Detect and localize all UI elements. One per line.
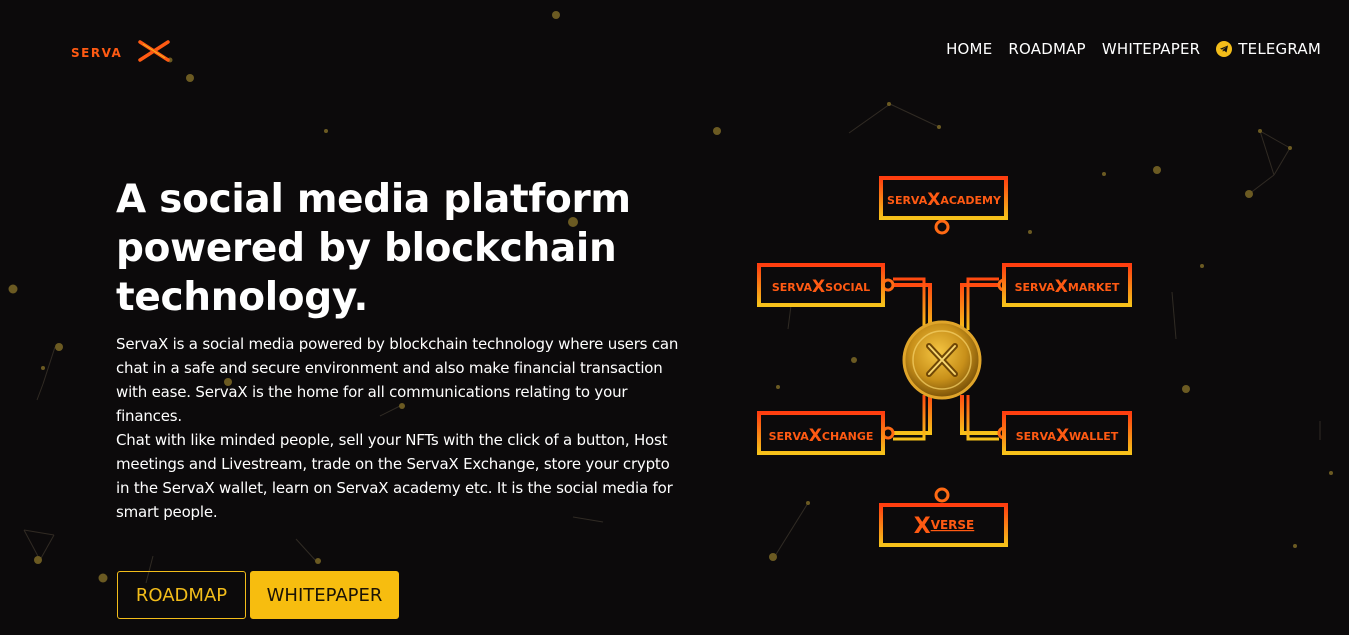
hero-paragraph-features: Chat with like minded people, sell your …	[116, 431, 673, 521]
nav-whitepaper[interactable]: WHITEPAPER	[1102, 40, 1200, 58]
main-nav: HOME ROADMAP WHITEPAPER TELEGRAM	[946, 40, 1321, 58]
hero-title: A social media platform powered by block…	[116, 177, 631, 320]
nav-home[interactable]: HOME	[946, 40, 992, 58]
servax-logo[interactable]: SERVA	[70, 36, 180, 66]
roadmap-button[interactable]: ROADMAP	[117, 571, 246, 619]
nav-telegram-label: TELEGRAM	[1238, 40, 1321, 58]
nav-roadmap[interactable]: ROADMAP	[1008, 40, 1085, 58]
hero-paragraph-intro: ServaX is a social media powered by bloc…	[116, 335, 679, 425]
nav-telegram[interactable]: TELEGRAM	[1216, 40, 1321, 58]
svg-text:SERVA: SERVA	[71, 46, 122, 60]
ecosystem-diagram: SERVAXACADEMY SERVAXSOCIAL SERVAXMARKET …	[757, 176, 1132, 547]
whitepaper-button[interactable]: WHITEPAPER	[250, 571, 399, 619]
landing-page: SERVA HOME ROADMAP WHITEPAPER TELEGRAM A…	[0, 0, 1349, 635]
telegram-icon	[1216, 41, 1233, 57]
servax-coin-icon	[902, 320, 982, 400]
